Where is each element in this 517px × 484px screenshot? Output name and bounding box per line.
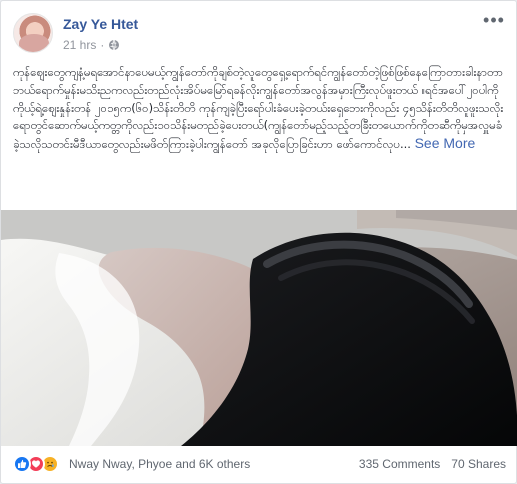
author-name[interactable]: Zay Ye Htet (63, 16, 138, 32)
facebook-post: Zay Ye Htet 21 hrs · ••• ကုန်ဈေးတွေကျနံ့… (0, 0, 517, 484)
post-text: ကုန်ဈေးတွေကျနံ့မရအောင်နာပေမယ့်ကျွန်တော်က… (13, 64, 506, 200)
post-time[interactable]: 21 hrs (63, 38, 96, 52)
comment-count[interactable]: 335 Comments (359, 457, 440, 471)
like-reaction-icon (13, 455, 31, 473)
share-count[interactable]: 70 Shares (451, 457, 506, 471)
more-options-icon[interactable]: ••• (482, 11, 506, 31)
post-header: Zay Ye Htet 21 hrs · ••• (13, 11, 506, 57)
post-meta: 21 hrs · (63, 38, 120, 52)
author-avatar[interactable] (13, 13, 53, 53)
meta-separator: · (100, 38, 105, 52)
post-photo[interactable] (1, 210, 517, 446)
post-footer: Nway Nway, Phyoe and 6K others 335 Comme… (13, 448, 506, 480)
reaction-icons[interactable] (13, 455, 59, 473)
reaction-summary[interactable]: Nway Nway, Phyoe and 6K others (69, 457, 250, 471)
globe-icon[interactable] (108, 39, 120, 51)
post-photo-image (1, 210, 517, 446)
see-more-link[interactable]: See More (415, 135, 476, 151)
engagement-counts: 335 Comments 70 Shares (359, 457, 506, 471)
